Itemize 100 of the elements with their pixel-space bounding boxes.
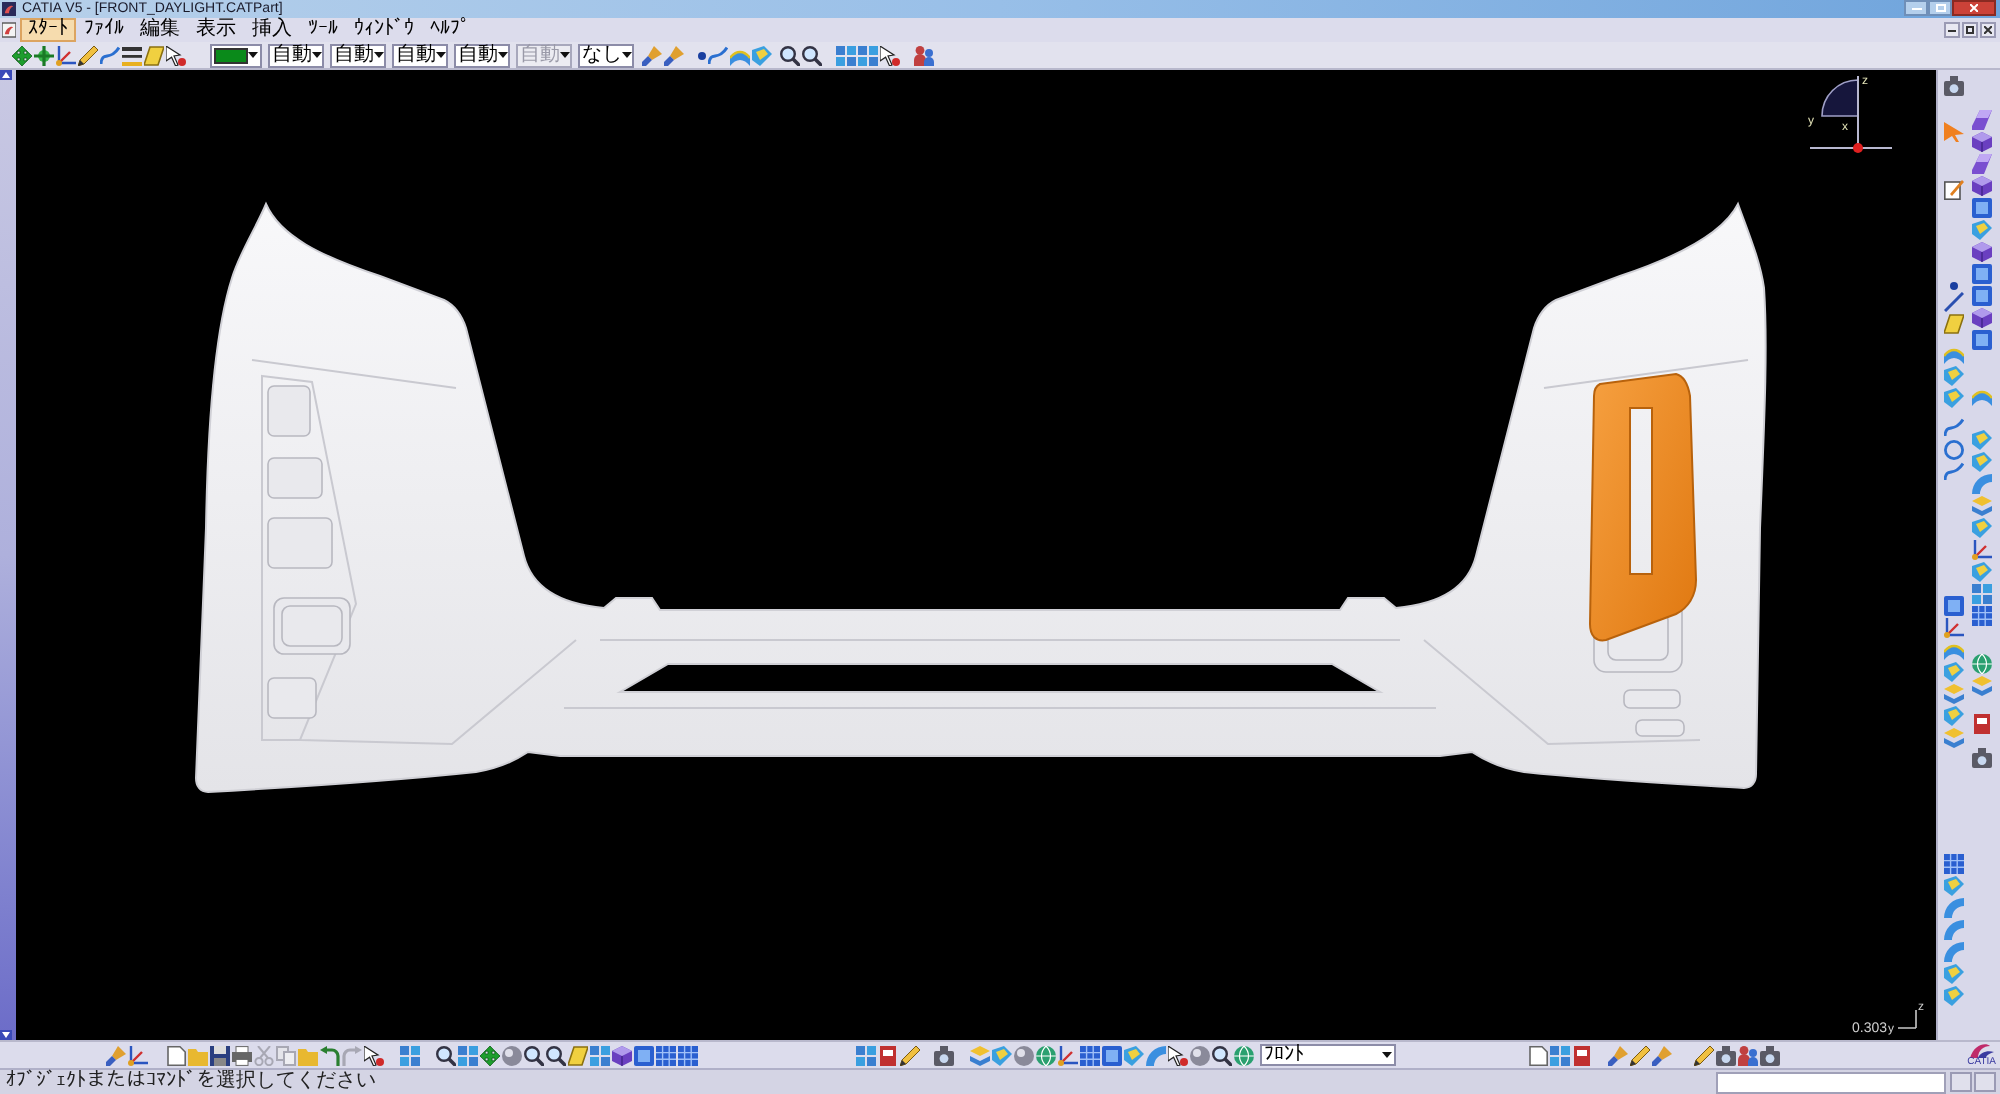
status-button[interactable] [1974, 1072, 1996, 1092]
tiles-icon[interactable] [836, 45, 856, 65]
dropdown[interactable]: 自動 [454, 43, 510, 67]
magnifier-icon[interactable] [802, 45, 822, 65]
patch-icon[interactable] [1972, 518, 1992, 538]
curve-icon[interactable] [100, 45, 120, 65]
layers-icon[interactable] [1944, 684, 1964, 704]
layers-icon[interactable] [1972, 496, 1992, 516]
pointer-icon[interactable] [166, 45, 186, 65]
scroll-arrow-icon[interactable] [0, 70, 12, 80]
cube-icon[interactable] [1972, 308, 1992, 328]
dropdown[interactable]: 自動 [268, 43, 324, 67]
tiles-icon[interactable] [458, 1045, 478, 1065]
camera-icon[interactable] [1944, 76, 1964, 96]
dropdown[interactable]: なし [578, 43, 634, 67]
surface-icon[interactable] [1972, 154, 1992, 174]
paintbrush-icon[interactable] [1652, 1045, 1672, 1065]
dropdown[interactable] [210, 43, 262, 67]
camera-icon[interactable] [1972, 748, 1992, 768]
menu-item[interactable]: 挿入 [244, 18, 300, 42]
status-button[interactable] [1950, 1072, 1972, 1092]
tiles-icon[interactable] [1972, 584, 1992, 604]
menu-item[interactable]: ﾍﾙﾌﾟ [422, 18, 478, 42]
app-icon[interactable] [2, 22, 16, 38]
move-arrows-icon[interactable] [12, 45, 32, 65]
curve-icon[interactable] [1944, 418, 1964, 438]
curve-icon[interactable] [708, 45, 728, 65]
patch-icon[interactable] [1944, 388, 1964, 408]
curve-icon[interactable] [1944, 462, 1964, 482]
patch-icon[interactable] [1972, 562, 1992, 582]
magnifier-icon[interactable] [780, 45, 800, 65]
globe-icon[interactable] [1036, 1045, 1056, 1065]
arc-icon[interactable] [1972, 474, 1992, 494]
axis-icon[interactable] [1972, 540, 1992, 560]
pencil-icon[interactable] [1694, 1045, 1714, 1065]
point-icon[interactable] [1950, 282, 1958, 290]
pointer-icon[interactable] [880, 45, 900, 65]
magnifier-icon[interactable] [546, 1045, 566, 1065]
menu-item[interactable]: ﾌｧｲﾙ [76, 18, 132, 42]
swept-surface-icon[interactable] [1944, 344, 1964, 364]
command-input[interactable] [1716, 1071, 1946, 1093]
block-icon[interactable] [1102, 1045, 1122, 1065]
swept-surface-icon[interactable] [1972, 386, 1992, 406]
close-button[interactable] [1952, 0, 1996, 16]
tiles-icon[interactable] [856, 1045, 876, 1065]
patch-icon[interactable] [1944, 366, 1964, 386]
tiles-icon[interactable] [858, 45, 878, 65]
patch-icon[interactable] [1944, 964, 1964, 984]
sphere-icon[interactable] [1014, 1045, 1034, 1065]
camera-icon[interactable] [1760, 1045, 1780, 1065]
grid-icon[interactable] [678, 1045, 698, 1065]
circle-icon[interactable] [1944, 440, 1964, 460]
axis-icon[interactable] [1944, 618, 1964, 638]
pencil-icon[interactable] [78, 45, 98, 65]
book-icon[interactable] [1972, 714, 1992, 734]
line-weight-icon[interactable] [122, 45, 142, 65]
tiles-icon[interactable] [590, 1045, 610, 1065]
point-icon[interactable] [698, 51, 706, 59]
patch-icon[interactable] [1124, 1045, 1144, 1065]
menu-item[interactable]: ｽﾀｰﾄ [20, 18, 76, 42]
axis-icon[interactable] [56, 45, 76, 65]
patch-icon[interactable] [752, 45, 772, 65]
swept-surface-icon[interactable] [730, 45, 750, 65]
magnifier-icon[interactable] [524, 1045, 544, 1065]
pointer-icon[interactable] [364, 1045, 384, 1065]
people-icon[interactable] [1738, 1045, 1758, 1065]
minimize-button[interactable] [1944, 22, 1960, 38]
printer-icon[interactable] [232, 1045, 252, 1065]
pencil-icon[interactable] [1630, 1045, 1650, 1065]
block-icon[interactable] [634, 1045, 654, 1065]
cube-icon[interactable] [1972, 242, 1992, 262]
globe-icon[interactable] [1972, 654, 1992, 674]
restore-button[interactable] [1962, 22, 1978, 38]
swept-surface-icon[interactable] [1944, 640, 1964, 660]
grid-icon[interactable] [656, 1045, 676, 1065]
magnifier-icon[interactable] [1212, 1045, 1232, 1065]
dropdown[interactable]: 自動 [392, 43, 448, 67]
layers-icon[interactable] [970, 1045, 990, 1065]
book-icon[interactable] [878, 1045, 898, 1065]
surface-icon[interactable] [1972, 110, 1992, 130]
grid-icon[interactable] [1944, 854, 1964, 874]
tiles-icon[interactable] [1550, 1045, 1570, 1065]
line-icon[interactable] [1944, 292, 1964, 312]
layers-icon[interactable] [1972, 676, 1992, 696]
camera-icon[interactable] [934, 1045, 954, 1065]
book-icon[interactable] [1572, 1045, 1592, 1065]
patch-icon[interactable] [1944, 986, 1964, 1006]
grid-icon[interactable] [1972, 606, 1992, 626]
patch-icon[interactable] [1972, 452, 1992, 472]
people-icon[interactable] [914, 45, 934, 65]
tiles-icon[interactable] [400, 1045, 420, 1065]
layers-icon[interactable] [1944, 728, 1964, 748]
paintbrush-icon[interactable] [642, 45, 662, 65]
close-button[interactable] [1980, 22, 1996, 38]
cube-icon[interactable] [1972, 132, 1992, 152]
patch-icon[interactable] [1944, 876, 1964, 896]
copy-icon[interactable] [276, 1045, 296, 1065]
dropdown[interactable]: 自動 [330, 43, 386, 67]
plane-icon[interactable] [1944, 314, 1964, 334]
crosshair-icon[interactable] [34, 45, 54, 65]
